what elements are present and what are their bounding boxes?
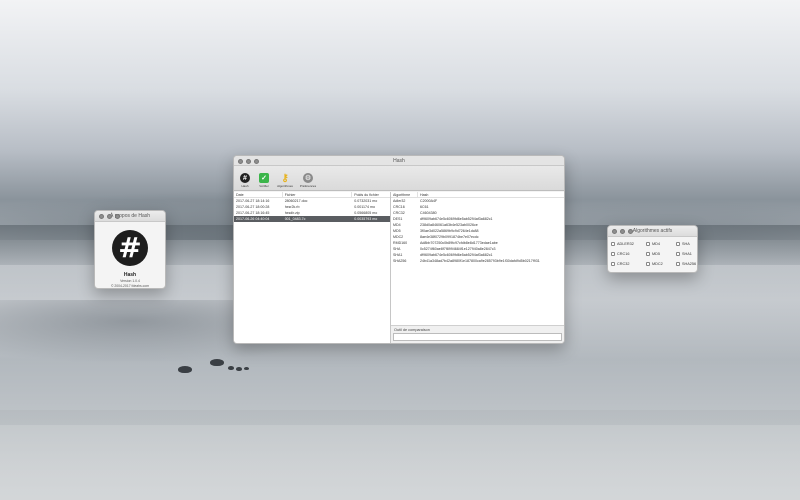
close-button[interactable] bbox=[238, 158, 243, 164]
algorithm-label: CRC16 bbox=[617, 252, 630, 256]
algorithm-label: SHA1 bbox=[682, 252, 692, 256]
duck bbox=[178, 366, 192, 373]
algorithm-checkbox-des1[interactable]: DES1 bbox=[611, 270, 646, 273]
hash-main-window: Hash # Hash ✓ Vérifier ⚷ Algorithmes ⚙ P… bbox=[233, 155, 565, 344]
comparison-input[interactable] bbox=[393, 333, 562, 341]
algorithm-label: MDC2 bbox=[652, 262, 663, 266]
about-copyright: © 2004-2017 fdeahs.com bbox=[110, 284, 150, 288]
column-header-algorithm[interactable]: Algorithme bbox=[391, 192, 418, 197]
close-button[interactable] bbox=[99, 214, 104, 219]
checkbox-icon[interactable] bbox=[611, 272, 615, 273]
active-algorithms-window: Algorithmes actifs ADLER32 MD4 SHA CRC16 MD5… bbox=[607, 225, 698, 273]
minimize-button[interactable] bbox=[620, 229, 625, 234]
algorithm-checkbox-mdc2[interactable]: MDC2 bbox=[646, 260, 676, 268]
algorithm-label: SHA256 bbox=[682, 262, 697, 266]
algorithm-label: ADLER32 bbox=[617, 242, 634, 246]
algorithm-label: DES1 bbox=[617, 272, 627, 273]
checkbox-icon[interactable] bbox=[611, 262, 615, 266]
minimize-button[interactable] bbox=[107, 214, 112, 219]
algorithm-checkbox-sha[interactable]: SHA bbox=[676, 240, 697, 248]
duck bbox=[236, 367, 242, 371]
close-button[interactable] bbox=[612, 229, 617, 234]
about-window: À propos de Hash # Hash Version 1.0.4 © … bbox=[94, 210, 166, 289]
algorithm-label: RMD160 bbox=[652, 272, 667, 273]
column-header-date[interactable]: Date bbox=[234, 192, 283, 197]
algorithm-label: SHA bbox=[682, 242, 690, 246]
algorithm-checkbox-crc16[interactable]: CRC16 bbox=[611, 250, 646, 258]
checkbox-icon[interactable] bbox=[676, 252, 680, 256]
toolbar-algorithms-button[interactable]: ⚷ Algorithmes bbox=[275, 173, 295, 190]
files-table: Date Fichier Poids du fichier 2017-06-27… bbox=[234, 192, 391, 343]
file-size: 0.0035793 mo bbox=[354, 217, 378, 221]
gear-icon: ⚙ bbox=[303, 173, 313, 183]
algorithm-checkbox-md4[interactable]: MD4 bbox=[646, 240, 676, 248]
hash-row[interactable]: SHA256 24b41a348ad7b42a8980f1e187800ca9e2… bbox=[391, 258, 564, 264]
main-window-title: Hash bbox=[393, 158, 405, 164]
column-header-file[interactable]: Fichier bbox=[283, 192, 353, 197]
algorithms-window-title: Algorithmes actifs bbox=[632, 228, 673, 234]
duck bbox=[228, 366, 234, 370]
checkbox-icon[interactable] bbox=[646, 252, 650, 256]
checkbox-icon[interactable] bbox=[646, 242, 650, 246]
checkbox-icon[interactable] bbox=[646, 262, 650, 266]
duck bbox=[210, 359, 224, 366]
main-titlebar[interactable]: Hash bbox=[234, 156, 564, 166]
file-date: 2017-06-26 04:40:04 bbox=[236, 217, 270, 221]
algorithm-checkbox-crc32[interactable]: CRC32 bbox=[611, 260, 646, 268]
duck bbox=[244, 367, 249, 370]
checkbox-icon[interactable] bbox=[676, 242, 680, 246]
checkbox-icon[interactable] bbox=[611, 242, 615, 246]
toolbar-preferences-label: Préférences bbox=[299, 184, 317, 188]
hash-app-icon: # bbox=[112, 230, 148, 266]
comparison-tool: Outil de comparaison bbox=[391, 325, 564, 343]
toolbar-algorithms-label: Algorithmes bbox=[277, 184, 293, 188]
algorithm-checkbox-md5[interactable]: MD5 bbox=[646, 250, 676, 258]
algorithm-checkbox-rmd160[interactable]: RMD160 bbox=[646, 270, 676, 273]
about-app-name: Hash bbox=[123, 272, 137, 278]
zoom-button[interactable] bbox=[628, 229, 633, 234]
toolbar-hash-label: Hash bbox=[241, 184, 249, 188]
algorithm-label: CRC32 bbox=[617, 262, 630, 266]
toolbar-hash-button[interactable]: # Hash bbox=[237, 173, 253, 190]
file-row[interactable]: 2017-06-26 04:40:04 001_0483.7c 0.0035793 … bbox=[234, 216, 390, 222]
column-header-size[interactable]: Poids du fichier bbox=[352, 192, 390, 197]
shield-check-icon: ✓ bbox=[259, 173, 269, 183]
hash-value: 24b41a348ad7b42a8980f1e187800ca9e285793b… bbox=[420, 259, 540, 263]
key-icon: ⚷ bbox=[281, 172, 289, 184]
toolbar: # Hash ✓ Vérifier ⚷ Algorithmes ⚙ Préfér… bbox=[234, 166, 564, 191]
column-header-hash[interactable]: Hash bbox=[418, 192, 564, 197]
algorithm-label: MD4 bbox=[652, 242, 661, 246]
about-version: Version 1.0.4 bbox=[120, 279, 140, 283]
checkbox-icon[interactable] bbox=[646, 272, 650, 273]
algorithm-checkbox-sha256[interactable]: SHA256 bbox=[676, 260, 697, 268]
algorithm-checkbox-adler32[interactable]: ADLER32 bbox=[611, 240, 646, 248]
toolbar-preferences-button[interactable]: ⚙ Préférences bbox=[298, 173, 318, 190]
minimize-button[interactable] bbox=[246, 158, 251, 164]
algorithm-label: MD5 bbox=[652, 252, 661, 256]
comparison-tool-title: Outil de comparaison bbox=[394, 328, 430, 332]
zoom-button[interactable] bbox=[254, 158, 259, 164]
toolbar-verify-button[interactable]: ✓ Vérifier bbox=[256, 173, 272, 190]
checkbox-icon[interactable] bbox=[611, 252, 615, 256]
hash-algorithm: SHA256 bbox=[393, 259, 407, 263]
checkbox-icon[interactable] bbox=[676, 262, 680, 266]
algorithm-checkbox-sha1[interactable]: SHA1 bbox=[676, 250, 697, 258]
algorithms-titlebar[interactable]: Algorithmes actifs bbox=[608, 226, 697, 237]
hash-results-pane: Algorithme Hash Adler32 C2000A4F CRC16 6C61… bbox=[391, 192, 564, 343]
toolbar-verify-label: Vérifier bbox=[259, 184, 269, 188]
file-name: 001_0483.7c bbox=[284, 217, 306, 221]
hash-icon: # bbox=[240, 173, 250, 183]
zoom-button[interactable] bbox=[115, 214, 120, 219]
background-grass bbox=[0, 410, 800, 500]
about-titlebar[interactable]: À propos de Hash bbox=[95, 211, 165, 222]
